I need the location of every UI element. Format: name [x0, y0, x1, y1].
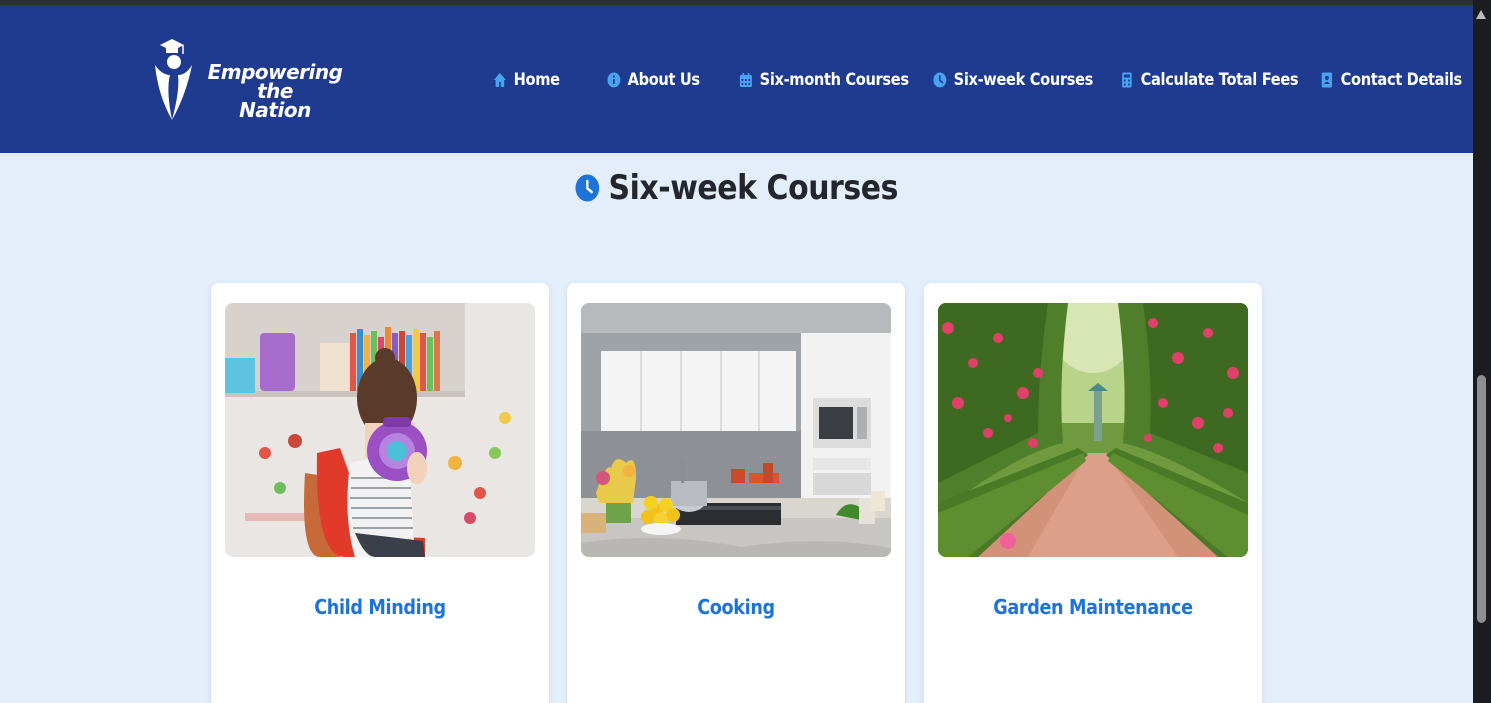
site-header: Empowering the Nation Home About Us Six-… — [0, 5, 1473, 153]
nav-label: Home — [513, 70, 560, 90]
info-icon — [607, 72, 621, 88]
nav-six-week-courses[interactable]: Six-week Courses — [933, 65, 1093, 95]
page-title-text: Six-week Courses — [608, 168, 898, 208]
scrollbar-thumb[interactable] — [1477, 375, 1486, 623]
nav-label: Calculate Total Fees — [1140, 70, 1299, 90]
clock-icon — [933, 72, 947, 88]
cooking-kitchen-photo — [581, 303, 891, 557]
nav-about-us[interactable]: About Us — [607, 65, 700, 95]
clock-icon — [575, 174, 600, 202]
contact-book-icon — [1320, 72, 1334, 88]
nav-home[interactable]: Home — [493, 65, 560, 95]
scroll-up-arrow-icon[interactable] — [1476, 10, 1486, 19]
calendar-icon — [739, 72, 753, 88]
nav-label: About Us — [627, 70, 700, 90]
child-minding-photo — [225, 303, 535, 557]
home-icon — [493, 72, 507, 88]
course-card-cooking[interactable]: Cooking — [567, 283, 905, 703]
vertical-scrollbar[interactable] — [1473, 0, 1491, 703]
nav-label: Six-month Courses — [759, 70, 909, 90]
nav-label: Contact Details — [1340, 70, 1463, 90]
course-title[interactable]: Child Minding — [231, 595, 528, 619]
page-title: Six-week Courses — [0, 168, 1473, 211]
nav-label: Six-week Courses — [953, 70, 1094, 90]
garden-path-photo — [938, 303, 1248, 557]
course-card-garden-maintenance[interactable]: Garden Maintenance — [924, 283, 1262, 703]
nav-calculate-total-fees[interactable]: Calculate Total Fees — [1120, 65, 1299, 95]
course-title[interactable]: Cooking — [587, 595, 884, 619]
nav-contact-details[interactable]: Contact Details — [1320, 65, 1462, 95]
nav-six-month-courses[interactable]: Six-month Courses — [739, 65, 909, 95]
course-card-child-minding[interactable]: Child Minding — [211, 283, 549, 703]
calculator-icon — [1120, 72, 1134, 88]
main-navigation: Home About Us Six-month Courses Six-week… — [0, 65, 1473, 95]
course-title[interactable]: Garden Maintenance — [944, 595, 1241, 619]
brand-line-2: Nation — [239, 98, 311, 122]
